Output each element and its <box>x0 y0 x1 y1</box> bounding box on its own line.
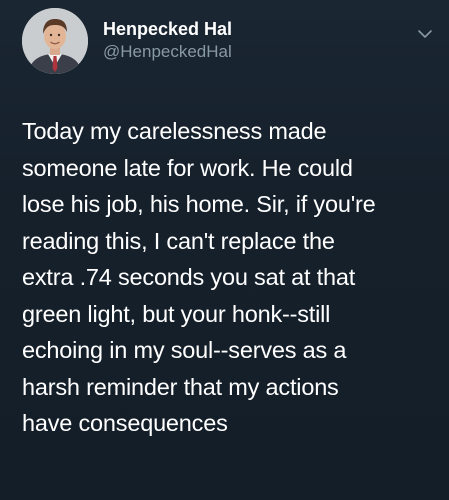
tweet-text: Today my carelessness made someone late … <box>22 113 442 442</box>
tweet-text-line: echoing in my soul--serves as a <box>22 337 347 363</box>
tweet-text-line: reading this, I can't replace the <box>22 227 335 254</box>
tweet-text-line: harsh reminder that my actions <box>22 373 339 400</box>
display-name[interactable]: Henpecked Hal <box>103 18 232 40</box>
tweet-text-line: someone late for work. He could <box>22 154 353 181</box>
tweet-header: Henpecked Hal @HenpeckedHal <box>22 8 435 80</box>
chevron-down-icon[interactable] <box>415 24 435 44</box>
avatar[interactable] <box>22 8 88 74</box>
tweet-text-line: extra .74 seconds you sat at that <box>22 264 356 290</box>
tweet-card: Henpecked Hal @HenpeckedHal Today my car… <box>0 0 449 500</box>
user-handle[interactable]: @HenpeckedHal <box>103 41 232 63</box>
avatar-photo-icon <box>22 8 88 74</box>
tweet-text-line: Today my carelessness made <box>22 118 327 144</box>
tweet-text-line: green light, but your honk--still <box>22 300 331 327</box>
tweet-text-line: have consequences <box>22 410 228 436</box>
tweet-text-line: lose his job, his home. Sir, if you're <box>22 191 376 217</box>
author-names: Henpecked Hal @HenpeckedHal <box>103 18 232 63</box>
